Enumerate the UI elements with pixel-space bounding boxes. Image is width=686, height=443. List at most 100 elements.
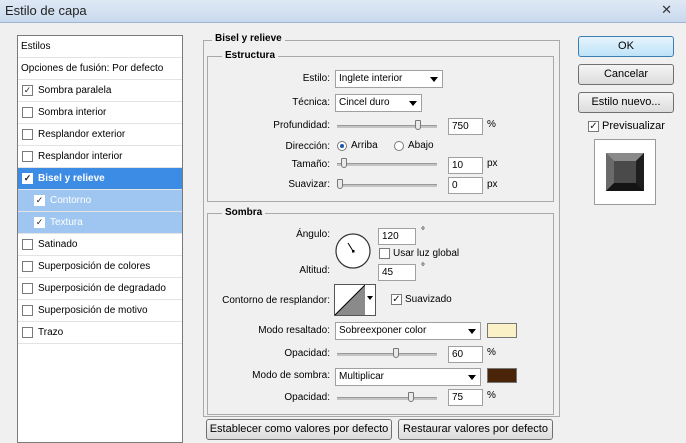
sidebar-item[interactable]: Estilos [18,36,182,58]
sidebar-item-label: Sombra interior [38,107,107,118]
style-preview-thumbnail [594,139,656,205]
soften-slider-track[interactable] [337,184,437,187]
shadow-mode-label: Modo de sombra: [252,370,330,381]
soften-slider-thumb[interactable] [337,179,343,189]
preview-label[interactable]: Previsualizar [602,120,665,132]
depth-label: Profundidad: [273,120,330,131]
direction-up-label[interactable]: Arriba [351,140,378,151]
altitude-unit: ° [421,262,425,273]
sidebar-item[interactable]: ✓ Bisel y relieve [18,168,182,190]
depth-input[interactable]: 750 [448,118,483,135]
sidebar-item-checkbox[interactable] [22,327,33,338]
sidebar-item[interactable]: Satinado [18,234,182,256]
size-slider-thumb[interactable] [340,158,347,168]
shadow-color-swatch[interactable] [487,368,517,383]
sidebar-item-label: Contorno [50,195,92,206]
sidebar-item[interactable]: Sombra interior [18,102,182,124]
size-slider-track[interactable] [337,163,437,166]
sidebar-item-checkbox[interactable] [22,283,33,294]
sidebar-item[interactable]: ✓ Sombra paralela [18,80,182,102]
sidebar-item-label: Estilos [21,41,51,52]
sidebar-item[interactable]: Superposición de motivo [18,300,182,322]
direction-down-label[interactable]: Abajo [408,140,434,151]
sidebar-item-checkbox[interactable]: ✓ [22,173,33,184]
shadow-opacity-track[interactable] [337,397,437,400]
sidebar-item-label: Sombra paralela [38,85,112,96]
window-title: Estilo de capa [5,3,87,18]
sidebar-item-label: Superposición de degradado [38,283,166,294]
sidebar-item[interactable]: Superposición de degradado [18,278,182,300]
angle-dial[interactable] [334,232,372,270]
make-default-button[interactable]: Establecer como valores por defecto [206,419,392,440]
technique-select-value: Cincel duro [339,97,390,108]
size-unit: px [487,158,498,169]
sidebar-item[interactable]: Trazo [18,322,182,344]
sidebar-item[interactable]: Resplandor exterior [18,124,182,146]
direction-label: Dirección: [285,141,330,152]
sidebar-item-label: Superposición de motivo [38,305,148,316]
highlight-opacity-track[interactable] [337,353,437,356]
chevron-down-icon [468,375,476,380]
technique-select[interactable]: Cincel duro [335,94,422,112]
highlight-color-swatch[interactable] [487,323,517,338]
reset-default-button[interactable]: Restaurar valores por defecto [398,419,553,440]
direction-up-radio[interactable] [337,141,347,151]
sidebar-item-checkbox[interactable] [22,107,33,118]
highlight-opacity-input[interactable]: 60 [448,346,483,363]
sidebar-item-checkbox[interactable] [22,261,33,272]
size-input[interactable]: 10 [448,157,483,174]
anti-aliased-label[interactable]: Suavizado [405,294,452,305]
sidebar-item[interactable]: ✓ Textura [18,212,182,234]
global-light-label[interactable]: Usar luz global [393,248,459,259]
altitude-label: Altitud: [299,265,330,276]
style-label: Estilo: [302,73,330,84]
global-light-checkbox[interactable] [379,248,390,259]
sidebar-item-label: Opciones de fusión: Por defecto [21,63,164,74]
sidebar-item-checkbox[interactable]: ✓ [34,217,45,228]
bevel-preview-icon [606,153,644,191]
sidebar-item-checkbox[interactable]: ✓ [34,195,45,206]
structure-title: Estructura [222,50,279,61]
sidebar-item-checkbox[interactable] [22,239,33,250]
sidebar-item-checkbox[interactable] [22,151,33,162]
shadow-opacity-input[interactable]: 75 [448,389,483,406]
style-select[interactable]: Inglete interior [335,70,443,88]
sidebar-item-checkbox[interactable] [22,305,33,316]
shadow-opacity-label: Opacidad: [284,392,330,403]
sidebar-item-checkbox[interactable] [22,129,33,140]
depth-slider-track[interactable] [337,125,437,128]
soften-input[interactable]: 0 [448,177,483,194]
technique-label: Técnica: [292,97,330,108]
sidebar-item-label: Satinado [38,239,78,250]
highlight-opacity-label: Opacidad: [284,348,330,359]
sidebar-item[interactable]: ✓ Contorno [18,190,182,212]
highlight-mode-select[interactable]: Sobreexponer color [335,322,481,340]
bevel-emboss-title: Bisel y relieve [212,33,285,44]
shadow-mode-select[interactable]: Multiplicar [335,368,481,386]
close-icon[interactable]: ✕ [661,2,672,18]
ok-button[interactable]: OK [578,36,674,57]
preview-checkbox[interactable]: ✓ [588,121,599,132]
shading-title: Sombra [222,207,266,218]
gloss-contour-picker[interactable] [334,284,376,316]
highlight-opacity-thumb[interactable] [393,348,400,358]
depth-slider-thumb[interactable] [415,120,422,130]
contour-preview-icon [335,285,365,315]
sidebar-item[interactable]: Resplandor interior [18,146,182,168]
shadow-opacity-thumb[interactable] [407,392,414,402]
new-style-button[interactable]: Estilo nuevo... [578,92,674,113]
anti-aliased-checkbox[interactable]: ✓ [391,294,402,305]
soften-unit: px [487,179,498,190]
soften-label: Suavizar: [288,179,330,190]
sidebar-item[interactable]: Opciones de fusión: Por defecto [18,58,182,80]
altitude-input[interactable]: 45 [378,264,416,281]
shadow-opacity-unit: % [487,390,496,401]
direction-down-radio[interactable] [394,141,404,151]
sidebar-item[interactable]: Superposición de colores [18,256,182,278]
sidebar-item-checkbox[interactable]: ✓ [22,85,33,96]
angle-label: Ángulo: [296,229,330,240]
sidebar-item-label: Resplandor interior [38,151,123,162]
cancel-button[interactable]: Cancelar [578,64,674,85]
angle-input[interactable]: 120 [378,228,416,245]
sidebar-item-label: Bisel y relieve [38,173,105,184]
